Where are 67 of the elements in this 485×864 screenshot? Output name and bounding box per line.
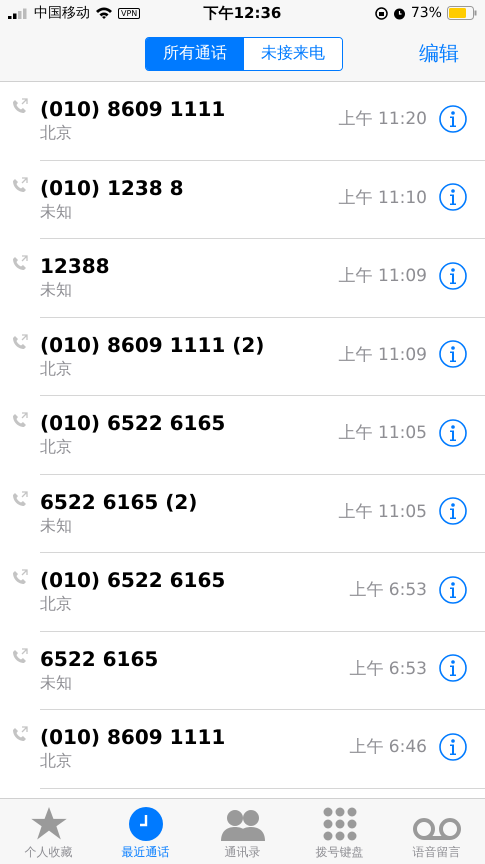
carrier-name: 中国移动 (34, 4, 90, 22)
call-time: 上午 11:05 (338, 422, 427, 444)
segment-button[interactable]: 所有通话 (146, 38, 244, 70)
caller-location: 未知 (40, 202, 73, 223)
outgoing-call-icon (12, 176, 28, 192)
alarm-icon (392, 6, 406, 20)
info-icon[interactable] (439, 732, 467, 761)
keypad-icon (322, 807, 356, 841)
caller-number: (010) 8609 1111 (2) (40, 332, 266, 357)
tab-bar-item[interactable]: 语音留言 (388, 799, 485, 864)
outgoing-call-icon (12, 412, 28, 428)
battery-percent: 73% (410, 5, 442, 21)
caller-number: (010) 1238 8 (40, 176, 185, 200)
outgoing-call-icon (12, 255, 28, 271)
info-icon[interactable] (439, 576, 467, 604)
caller-number: 6522 6165 (40, 646, 160, 671)
vpn-indicator: VPN (118, 8, 140, 18)
caller-location: 北京 (40, 594, 73, 616)
tab-bar-item[interactable]: 拨号键盘 (291, 799, 388, 864)
outgoing-call-icon (12, 98, 28, 114)
edit-button[interactable]: 编辑 (413, 39, 465, 68)
tab-bar-item[interactable]: 个人收藏 (0, 799, 97, 864)
call-time: 上午 6:53 (349, 658, 427, 680)
caller-number: (010) 8609 1111 (40, 97, 226, 122)
caller-location: 北京 (40, 751, 73, 772)
battery-icon (446, 6, 477, 20)
info-icon[interactable] (439, 418, 467, 447)
outgoing-call-icon (12, 569, 28, 585)
call-time: 上午 11:09 (338, 344, 427, 366)
star-icon (30, 807, 66, 841)
caller-location: 未知 (40, 516, 73, 537)
tab-bar-item[interactable]: 通讯录 (194, 799, 291, 864)
caller-number: (010) 6522 6165 (40, 411, 226, 436)
info-icon[interactable] (439, 654, 467, 682)
rotation-lock-icon (374, 6, 388, 20)
caller-number: (010) 6522 6165 (40, 568, 226, 592)
contacts-icon (220, 809, 264, 841)
caller-number: (010) 8609 1111 (40, 725, 226, 750)
call-time: 上午 6:53 (349, 579, 427, 602)
tab-bar-item[interactable]: 最近通话 (97, 799, 194, 864)
outgoing-call-icon (12, 726, 28, 742)
signal-icon (8, 8, 28, 18)
outgoing-call-icon (12, 334, 28, 350)
caller-number: 6522 6165 (2) (40, 490, 198, 514)
info-icon[interactable] (439, 183, 467, 212)
status-time: 下午12:36 (204, 4, 282, 22)
info-icon[interactable] (439, 340, 467, 368)
caller-number: 12388 (40, 254, 111, 278)
segment-button[interactable]: 未接来电 (244, 38, 342, 70)
call-time: 上午 11:20 (338, 108, 427, 130)
info-icon[interactable] (439, 104, 467, 133)
caller-location: 北京 (40, 358, 73, 380)
caller-location: 北京 (40, 123, 73, 144)
outgoing-call-icon (12, 648, 28, 664)
clock-icon (128, 807, 162, 841)
caller-location: 未知 (40, 672, 73, 694)
call-time: 上午 11:05 (338, 500, 427, 523)
caller-location: 未知 (40, 280, 73, 302)
wifi-icon (96, 7, 112, 19)
call-time: 上午 6:46 (349, 736, 427, 758)
call-time: 上午 11:10 (338, 186, 427, 209)
info-icon[interactable] (439, 262, 467, 290)
outgoing-call-icon (12, 490, 28, 506)
info-icon[interactable] (439, 497, 467, 526)
caller-location: 北京 (40, 437, 73, 458)
voicemail-icon (412, 817, 462, 841)
call-time: 上午 11:09 (338, 265, 427, 288)
